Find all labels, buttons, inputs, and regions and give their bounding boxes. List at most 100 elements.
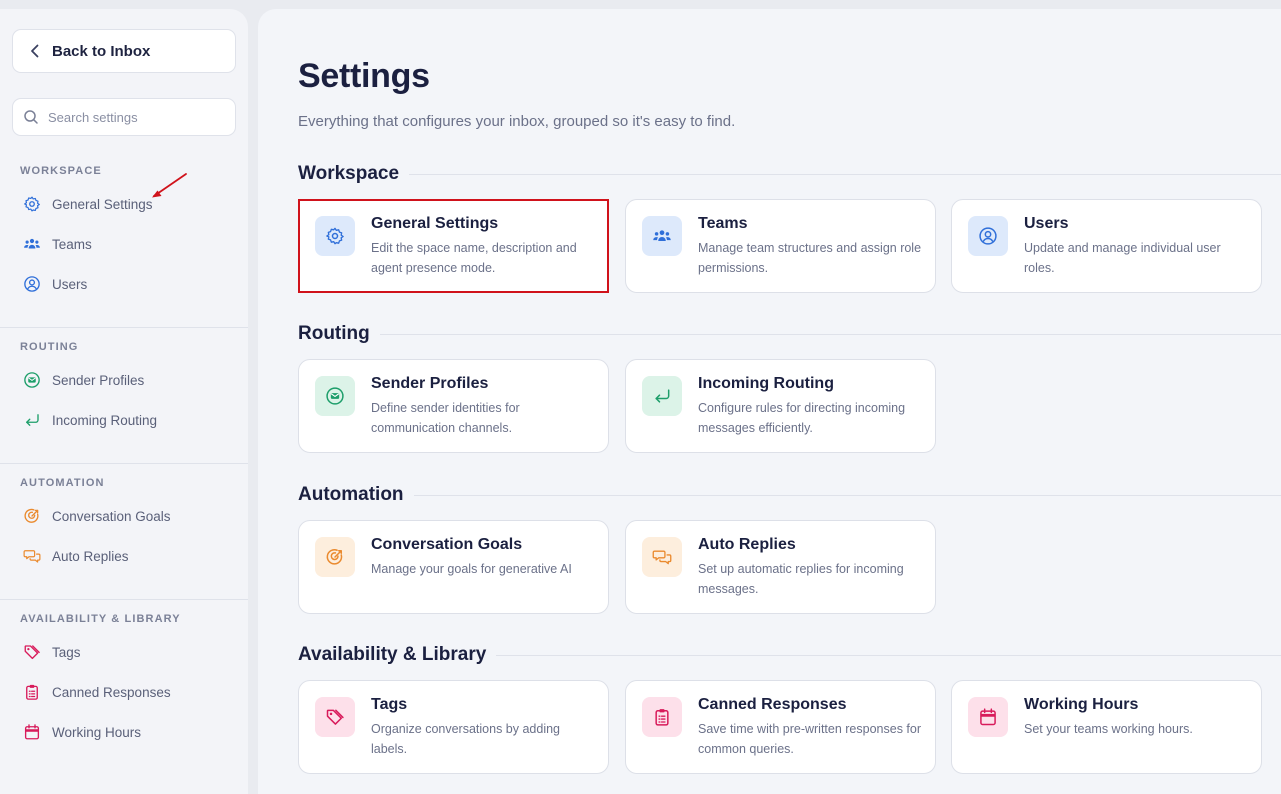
search-settings[interactable]	[12, 98, 236, 136]
card-description: Set your teams working hours.	[1024, 722, 1193, 736]
card-working-hours[interactable]: Working Hours Set your teams working hou…	[951, 680, 1262, 774]
nav-item-label: Incoming Routing	[52, 412, 158, 428]
chevron-left-icon	[31, 44, 39, 58]
card-title: Users	[1024, 215, 1069, 232]
nav-item-conversation-goals[interactable]: Conversation Goals	[23, 504, 171, 528]
section-title-text: Workspace	[298, 163, 400, 184]
card-icon-tile	[968, 697, 1008, 737]
nav-item-users[interactable]: Users	[23, 272, 87, 296]
sidebar-divider	[0, 327, 248, 328]
target-icon	[23, 507, 41, 525]
card-icon-tile	[968, 216, 1008, 256]
sidebar-divider	[0, 463, 248, 464]
card-description: Organize conversations by adding labels.	[371, 722, 561, 756]
back-to-inbox-label: Back to Inbox	[52, 42, 151, 60]
nav-item-canned-responses[interactable]: Canned Responses	[23, 680, 171, 704]
card-icon-tile	[642, 376, 682, 416]
card-description: Manage your goals for generative AI	[371, 562, 572, 576]
return-arrow-icon	[652, 386, 672, 406]
team-icon	[23, 235, 41, 253]
card-icon-tile	[315, 697, 355, 737]
target-icon	[325, 547, 345, 567]
annotation-arrow-icon	[152, 173, 187, 198]
mail-circle-icon	[23, 371, 41, 389]
nav-item-working-hours[interactable]: Working Hours	[23, 720, 141, 744]
return-arrow-icon	[23, 411, 41, 429]
section-divider	[496, 654, 1281, 656]
nav-item-tags[interactable]: Tags	[23, 640, 81, 664]
user-circle-icon	[23, 275, 41, 293]
nav-heading-automation: AUTOMATION	[20, 477, 105, 489]
card-tags[interactable]: Tags Organize conversations by adding la…	[298, 680, 609, 774]
section-title-text: Availability & Library	[298, 644, 487, 665]
gear-icon	[23, 195, 41, 213]
card-title: Working Hours	[1024, 696, 1139, 713]
calendar-icon	[23, 723, 41, 741]
tag-icon	[23, 643, 41, 661]
mail-circle-icon	[325, 386, 345, 406]
chat-bubbles-icon	[652, 547, 672, 567]
card-title: Teams	[698, 215, 748, 232]
search-icon	[24, 110, 38, 124]
card-title: Sender Profiles	[371, 375, 489, 392]
nav-item-auto-replies[interactable]: Auto Replies	[23, 544, 129, 568]
card-description: Save time with pre-written responses for…	[698, 722, 922, 756]
card-title: Canned Responses	[698, 696, 847, 713]
card-title: Auto Replies	[698, 536, 796, 553]
clipboard-icon	[652, 707, 672, 727]
nav-item-label: Conversation Goals	[52, 508, 171, 524]
card-conversation-goals[interactable]: Conversation Goals Manage your goals for…	[298, 520, 609, 614]
card-title: Incoming Routing	[698, 375, 834, 392]
card-incoming-routing[interactable]: Incoming Routing Configure rules for dir…	[625, 359, 936, 453]
card-general-settings[interactable]: General Settings Edit the space name, de…	[298, 199, 609, 293]
nav-item-label: Teams	[52, 236, 92, 252]
card-icon-tile	[642, 216, 682, 256]
card-canned-responses[interactable]: Canned Responses Save time with pre-writ…	[625, 680, 936, 774]
card-icon-tile	[642, 537, 682, 577]
settings-main: Settings Everything that configures your…	[258, 9, 1281, 794]
card-description: Define sender identities for communicati…	[371, 401, 520, 435]
user-circle-icon	[978, 226, 998, 246]
card-title: Tags	[371, 696, 408, 713]
card-description: Set up automatic replies for incoming me…	[698, 562, 904, 596]
nav-heading-availability-library: AVAILABILITY & LIBRARY	[20, 613, 181, 625]
card-title: Conversation Goals	[371, 536, 523, 553]
section-title-text: Routing	[298, 323, 370, 344]
section-divider	[413, 494, 1281, 496]
card-description: Edit the space name, description and age…	[371, 241, 577, 275]
section-title-routing: Routing	[298, 323, 1281, 345]
clipboard-icon	[23, 683, 41, 701]
card-teams[interactable]: Teams Manage team structures and assign …	[625, 199, 936, 293]
section-divider	[409, 173, 1281, 175]
nav-heading-routing: ROUTING	[20, 341, 79, 353]
nav-item-label: Auto Replies	[52, 548, 129, 564]
card-icon-tile	[642, 697, 682, 737]
card-description: Manage team structures and assign role p…	[698, 241, 922, 275]
card-icon-tile	[315, 216, 355, 256]
section-title-availability-library: Availability & Library	[298, 644, 1281, 666]
calendar-icon	[978, 707, 998, 727]
card-sender-profiles[interactable]: Sender Profiles Define sender identities…	[298, 359, 609, 453]
nav-item-general-settings[interactable]: General Settings	[23, 192, 153, 216]
sidebar: Back to Inbox WORKSPACE General Settings…	[0, 9, 248, 794]
nav-item-label: Canned Responses	[52, 684, 171, 700]
team-icon	[652, 226, 672, 246]
card-users[interactable]: Users Update and manage individual user …	[951, 199, 1262, 293]
back-to-inbox-button[interactable]: Back to Inbox	[12, 29, 236, 73]
sidebar-divider	[0, 599, 248, 600]
card-icon-tile	[315, 537, 355, 577]
page-title: Settings	[298, 57, 430, 95]
nav-item-label: Working Hours	[52, 724, 142, 740]
nav-item-incoming-routing[interactable]: Incoming Routing	[23, 408, 157, 432]
chat-bubbles-icon	[23, 547, 41, 565]
search-settings-input[interactable]	[48, 109, 218, 125]
nav-item-label: Users	[52, 276, 88, 292]
card-title: General Settings	[371, 215, 499, 232]
section-divider	[379, 333, 1281, 335]
nav-item-label: Tags	[52, 644, 81, 660]
nav-item-teams[interactable]: Teams	[23, 232, 92, 256]
card-auto-replies[interactable]: Auto Replies Set up automatic replies fo…	[625, 520, 936, 614]
card-description: Configure rules for directing incoming m…	[698, 401, 906, 435]
nav-item-label: General Settings	[52, 196, 153, 212]
nav-item-sender-profiles[interactable]: Sender Profiles	[23, 368, 144, 392]
